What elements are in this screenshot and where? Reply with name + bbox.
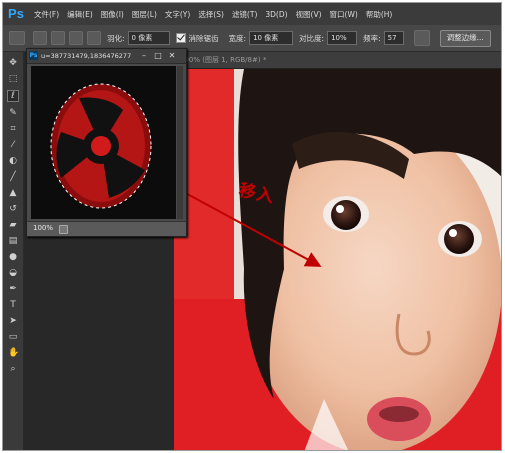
close-icon[interactable]: ✕ [167,51,177,60]
photoshop-window: Ps 文件(F) 编辑(E) 图像(I) 图层(L) 文字(Y) 选择(S) 滤… [2,2,502,451]
floating-document-window[interactable]: Ps u=387731479,1836476277... – □ ✕ 100% [26,48,187,237]
maximize-icon[interactable]: □ [153,51,163,60]
sharingan-image[interactable] [31,66,176,219]
floating-window-scrollbar[interactable] [177,66,183,219]
floating-window-title: u=387731479,1836476277... [41,52,131,60]
ps-badge-icon: Ps [29,51,38,60]
zoom-level[interactable]: 100% [33,224,53,232]
info-icon[interactable] [59,225,68,234]
floating-window-titlebar[interactable]: Ps u=387731479,1836476277... – □ ✕ [27,49,186,64]
minimize-icon[interactable]: – [139,51,149,60]
floating-window-statusbar: 100% [27,221,186,236]
